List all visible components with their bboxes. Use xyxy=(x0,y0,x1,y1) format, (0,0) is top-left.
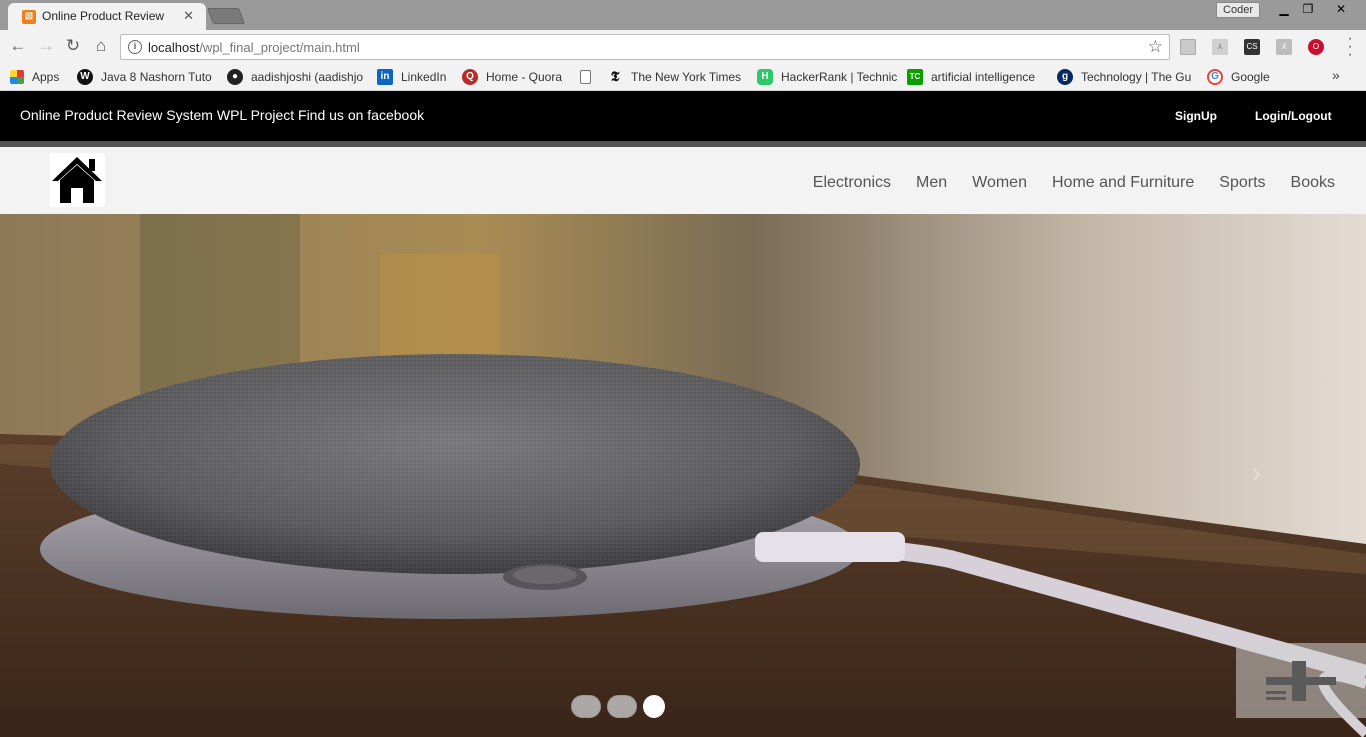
bookmark-linkedin[interactable]: in LinkedIn xyxy=(377,69,446,85)
cs-extension-icon[interactable]: CS xyxy=(1244,39,1260,55)
apps-grid-icon xyxy=(10,69,24,84)
carousel-indicator[interactable] xyxy=(643,695,665,718)
smart-speaker-image xyxy=(0,214,1366,737)
forward-arrow-icon[interactable]: → xyxy=(36,36,56,56)
extension-icon[interactable] xyxy=(1180,39,1196,55)
carousel-indicators xyxy=(571,695,665,718)
guardian-icon: g xyxy=(1057,69,1073,85)
hero-carousel: › xyxy=(0,214,1366,737)
bookmarks-overflow-icon[interactable]: » xyxy=(1332,67,1340,83)
bookmark-guardian[interactable]: g Technology | The Gu xyxy=(1057,69,1191,85)
home-logo-icon[interactable] xyxy=(50,153,105,207)
bookmarks-bar: Apps W Java 8 Nashorn Tuto ● aadishjoshi (… xyxy=(0,63,1366,91)
nav-women[interactable]: Women xyxy=(972,174,1027,192)
new-tab-button[interactable] xyxy=(207,8,245,24)
nav-sports[interactable]: Sports xyxy=(1219,174,1265,192)
linkedin-icon: in xyxy=(377,69,393,85)
address-bar[interactable]: i localhost/wpl_final_project/main.html … xyxy=(120,34,1170,60)
browser-tabstrip: ⊠ Online Product Review ✕ Coder ▁ ❐ ✕ xyxy=(0,0,1366,30)
carousel-indicator[interactable] xyxy=(571,695,601,718)
url-path: /wpl_final_project/main.html xyxy=(199,40,360,55)
bookmark-quora[interactable]: Q Home - Quora xyxy=(462,69,562,85)
bookmark-hackerrank[interactable]: H HackerRank | Technic xyxy=(757,69,897,85)
window-close-button[interactable]: ✕ xyxy=(1318,0,1364,18)
bookmark-nytimes[interactable]: 𝕿 The New York Times xyxy=(607,69,741,85)
category-nav: Electronics Men Women Home and Furniture… xyxy=(813,174,1335,192)
techcrunch-icon: TC xyxy=(907,69,923,85)
page-icon xyxy=(580,69,591,84)
xampp-favicon-icon: ⊠ xyxy=(22,10,36,24)
tab-title: Online Product Review xyxy=(42,9,165,23)
bookmark-techcrunch[interactable]: TC artificial intelligence xyxy=(907,69,1035,85)
reload-icon[interactable]: ↻ xyxy=(63,36,83,56)
github-icon: ● xyxy=(227,69,243,85)
site-tagline: Online Product Review System WPL Project… xyxy=(20,107,425,123)
google-icon: G xyxy=(1207,69,1223,85)
quora-icon: Q xyxy=(462,69,478,85)
back-arrow-icon[interactable]: ← xyxy=(8,36,28,56)
nav-men[interactable]: Men xyxy=(916,174,947,192)
bookmark-star-icon[interactable]: ☆ xyxy=(1148,37,1163,57)
browser-menu-icon[interactable]: · · · xyxy=(1342,31,1358,63)
nav-electronics[interactable]: Electronics xyxy=(813,174,891,192)
floating-add-icon[interactable] xyxy=(1236,643,1366,718)
extension-icon[interactable]: ʎ xyxy=(1276,39,1292,55)
main-navbar: Electronics Men Women Home and Furniture… xyxy=(0,147,1366,214)
login-logout-link[interactable]: Login/Logout xyxy=(1255,109,1332,123)
opera-extension-icon[interactable]: O xyxy=(1308,39,1324,55)
hackerrank-icon: H xyxy=(757,69,773,85)
pdf-extension-icon[interactable]: ⅄ xyxy=(1212,39,1228,55)
w-logo-icon: W xyxy=(77,69,93,85)
site-info-icon[interactable]: i xyxy=(128,40,142,54)
bookmark-page[interactable] xyxy=(580,69,599,84)
home-icon[interactable]: ⌂ xyxy=(91,36,111,56)
tab-close-icon[interactable]: ✕ xyxy=(183,8,194,24)
carousel-indicator[interactable] xyxy=(607,695,637,718)
profile-button[interactable]: Coder xyxy=(1216,2,1260,18)
site-topbar: Online Product Review System WPL Project… xyxy=(0,91,1366,141)
bookmark-java-nashorn[interactable]: W Java 8 Nashorn Tuto xyxy=(77,69,212,85)
browser-toolbar: ← → ↻ ⌂ i localhost/wpl_final_project/ma… xyxy=(0,30,1366,63)
bookmark-google[interactable]: G Google xyxy=(1207,69,1270,85)
browser-tab[interactable]: ⊠ Online Product Review ✕ xyxy=(8,3,206,30)
nav-books[interactable]: Books xyxy=(1291,174,1335,192)
url-text: localhost/wpl_final_project/main.html xyxy=(148,40,360,55)
nytimes-icon: 𝕿 xyxy=(610,69,620,85)
signup-link[interactable]: SignUp xyxy=(1175,109,1217,123)
bookmark-apps[interactable]: Apps xyxy=(10,69,59,84)
bookmark-github[interactable]: ● aadishjoshi (aadishjo xyxy=(227,69,363,85)
url-host: localhost xyxy=(148,40,200,55)
carousel-next-icon[interactable]: › xyxy=(1252,457,1261,489)
nav-home-and-furniture[interactable]: Home and Furniture xyxy=(1052,174,1194,192)
